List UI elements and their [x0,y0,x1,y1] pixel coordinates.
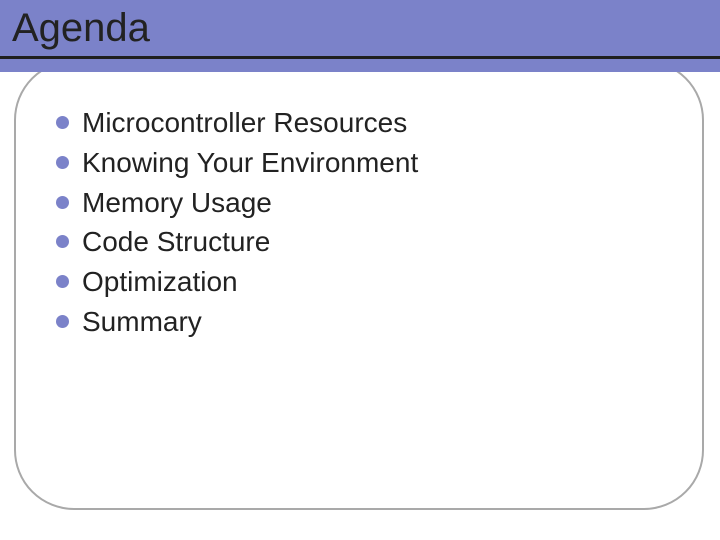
list-item: Memory Usage [56,184,418,222]
list-item: Code Structure [56,223,418,261]
list-item: Summary [56,303,418,341]
title-underline [0,56,720,59]
list-item: Optimization [56,263,418,301]
frame-mask [0,59,720,72]
list-item: Knowing Your Environment [56,144,418,182]
bullet-list: Microcontroller Resources Knowing Your E… [56,104,418,343]
list-item: Microcontroller Resources [56,104,418,142]
slide-title: Agenda [12,6,150,51]
